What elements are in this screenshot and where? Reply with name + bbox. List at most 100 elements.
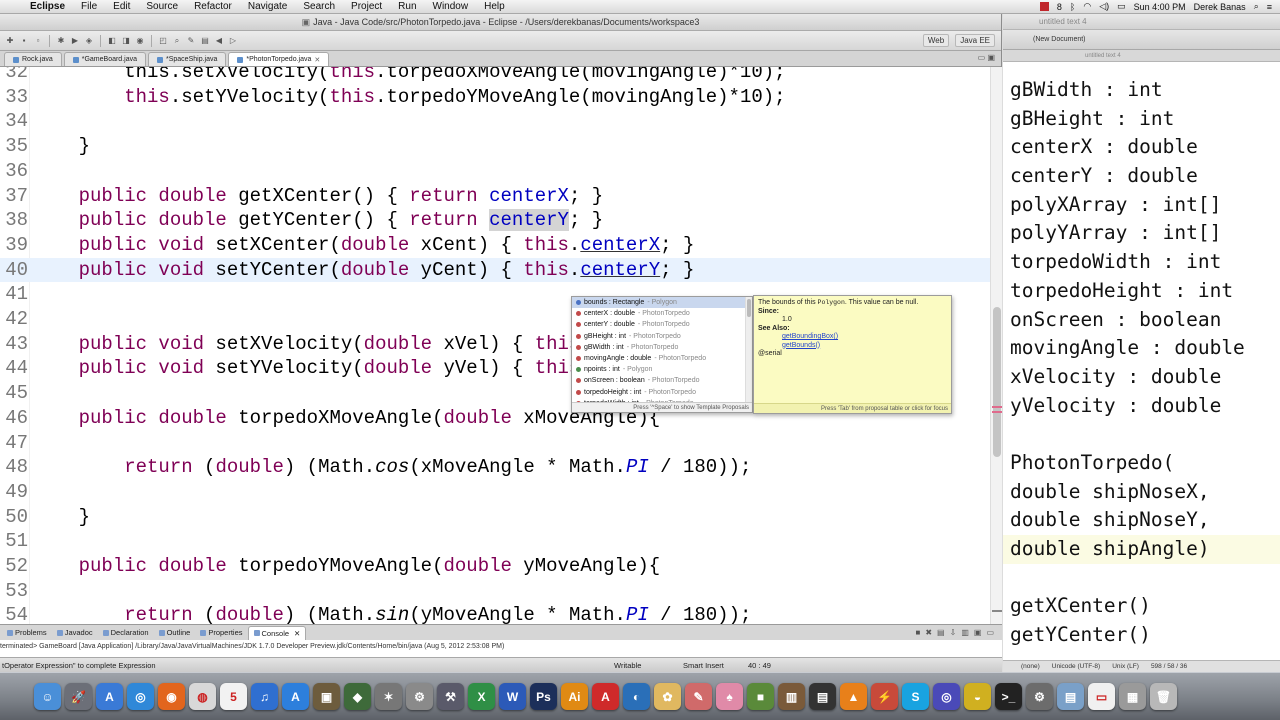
encoding[interactable]: Unicode (UTF-8): [1052, 661, 1100, 672]
proposal-item[interactable]: movingAngle : double - PhotonTorpedo: [572, 353, 752, 364]
text-line[interactable]: gBHeight : int: [1003, 105, 1280, 134]
terminal-icon[interactable]: >_: [995, 683, 1022, 710]
remove-launch-icon[interactable]: ✖: [925, 628, 932, 637]
bottom-tab-problems[interactable]: Problems: [2, 626, 52, 640]
eclipse-icon[interactable]: ◐: [623, 683, 650, 710]
bottom-tab-outline[interactable]: Outline: [154, 626, 196, 640]
tools-icon[interactable]: ✶: [375, 683, 402, 710]
display-console-icon[interactable]: ▣: [974, 628, 982, 637]
text-line[interactable]: double shipNoseX,: [1003, 478, 1280, 507]
menu-navigate[interactable]: Navigate: [240, 1, 295, 12]
proposal-item[interactable]: centerX : double - PhotonTorpedo: [572, 308, 752, 319]
terminal-game-icon[interactable]: ◆: [344, 683, 371, 710]
stack-icon[interactable]: ▦: [1119, 683, 1146, 710]
text-document[interactable]: gBWidth : int gBHeight : int centerX : dou…: [1003, 76, 1280, 650]
editor-tab[interactable]: *GameBoard.java: [63, 52, 146, 66]
photoshop-icon[interactable]: Ps: [530, 683, 557, 710]
proposal-item[interactable]: torpedoHeight : int - PhotonTorpedo: [572, 387, 752, 398]
search-icon[interactable]: ⌕: [171, 35, 183, 47]
safari-icon[interactable]: ◎: [127, 683, 154, 710]
syntax-mode[interactable]: (none): [1021, 661, 1040, 672]
new-icon[interactable]: ✚: [4, 35, 16, 47]
code-line[interactable]: 54 return (double) (Math.sin(yMoveAngle …: [0, 603, 990, 624]
preferences-icon[interactable]: ⚙: [406, 683, 433, 710]
illustrator-icon[interactable]: Ai: [561, 683, 588, 710]
text-line[interactable]: movingAngle : double: [1003, 334, 1280, 363]
proposal-item[interactable]: centerY : double - PhotonTorpedo: [572, 319, 752, 330]
text-line[interactable]: [1003, 420, 1280, 449]
spotlight-icon[interactable]: ⌕: [1254, 1, 1259, 12]
text-line[interactable]: torpedoWidth : int: [1003, 248, 1280, 277]
word-icon[interactable]: W: [499, 683, 526, 710]
code-line[interactable]: 48 return (double) (Math.cos(xMoveAngle …: [0, 455, 990, 480]
text-line[interactable]: torpedoHeight : int: [1003, 277, 1280, 306]
globe-icon[interactable]: ◎: [933, 683, 960, 710]
line-endings[interactable]: Unix (LF): [1112, 661, 1139, 672]
code-line[interactable]: 49: [0, 480, 990, 505]
text-line[interactable]: xVelocity : double: [1003, 363, 1280, 392]
proposal-scroll-thumb[interactable]: [747, 299, 751, 317]
content-assist-popup[interactable]: bounds : Rectangle - Polygon centerX : do…: [571, 296, 753, 413]
print-icon[interactable]: ▫: [32, 35, 44, 47]
new-package-icon[interactable]: ◨: [120, 35, 132, 47]
clear-console-icon[interactable]: ▤: [937, 628, 945, 637]
menu-edit[interactable]: Edit: [105, 1, 138, 12]
scroll-lock-icon[interactable]: ⇩: [950, 628, 957, 637]
vlc-icon[interactable]: ▲: [840, 683, 867, 710]
brush-icon[interactable]: ✎: [685, 683, 712, 710]
pig-icon[interactable]: ♠: [716, 683, 743, 710]
text-line[interactable]: gBWidth : int: [1003, 76, 1280, 105]
app-store2-icon[interactable]: A: [282, 683, 309, 710]
scrollbar-thumb[interactable]: [993, 307, 1001, 457]
app-store-icon[interactable]: A: [96, 683, 123, 710]
minimize-maximize-icon[interactable]: ▭ ▣: [978, 53, 995, 62]
user-name[interactable]: Derek Banas: [1194, 2, 1246, 12]
volume-icon[interactable]: ◁): [1099, 1, 1109, 12]
code-line[interactable]: 38 public double getYCenter() { return c…: [0, 208, 990, 233]
editor-tab[interactable]: *PhotonTorpedo.java ✕: [228, 52, 330, 66]
menu-window[interactable]: Window: [425, 1, 477, 12]
menu-help[interactable]: Help: [476, 1, 513, 12]
bluetooth-icon[interactable]: ᛒ: [1070, 2, 1075, 12]
record-icon[interactable]: [1039, 2, 1049, 11]
code-line[interactable]: 36: [0, 159, 990, 184]
code-line[interactable]: 32 this.setXVelocity(this.torpedoXMoveAn…: [0, 67, 990, 85]
activity-icon[interactable]: ⚙: [1026, 683, 1053, 710]
editor-tab[interactable]: Rock.java: [4, 52, 62, 66]
photo-icon[interactable]: ▣: [313, 683, 340, 710]
save-icon[interactable]: ▪: [18, 35, 30, 47]
clapper-icon[interactable]: ▤: [809, 683, 836, 710]
new-java-project-icon[interactable]: ◧: [106, 35, 118, 47]
menu-source[interactable]: Source: [138, 1, 186, 12]
bottom-tab-javadoc[interactable]: Javadoc: [52, 626, 98, 640]
external-tools-icon[interactable]: ◈: [83, 35, 95, 47]
acrobat-icon[interactable]: A: [592, 683, 619, 710]
excel-icon[interactable]: X: [468, 683, 495, 710]
proposal-item[interactable]: onScreen : boolean - PhotonTorpedo: [572, 375, 752, 386]
javadoc-link[interactable]: getBounds(): [758, 342, 947, 351]
open-type-icon[interactable]: ◰: [157, 35, 169, 47]
flower-icon[interactable]: ✿: [654, 683, 681, 710]
pin-console-icon[interactable]: ▥: [961, 628, 969, 637]
code-line[interactable]: 47: [0, 431, 990, 456]
text-line[interactable]: double shipAngle): [1003, 535, 1280, 564]
text-line[interactable]: getYCenter(): [1003, 621, 1280, 650]
proposal-item[interactable]: gBHeight : int - PhotonTorpedo: [572, 331, 752, 342]
bottom-tab-console[interactable]: Console ✕: [247, 625, 307, 640]
code-line[interactable]: 37 public double getXCenter() { return c…: [0, 184, 990, 209]
perspective-java-ee[interactable]: Java EE: [955, 34, 995, 47]
menu-file[interactable]: File: [73, 1, 105, 12]
wifi-icon[interactable]: ◠: [1083, 1, 1091, 12]
run-icon[interactable]: ▶: [69, 35, 81, 47]
xcode-icon[interactable]: ⚒: [437, 683, 464, 710]
text-line[interactable]: double shipNoseY,: [1003, 506, 1280, 535]
text-line[interactable]: [1003, 564, 1280, 593]
text-window-tab[interactable]: untitled text 4: [1003, 50, 1280, 62]
text-line[interactable]: centerX : double: [1003, 133, 1280, 162]
menu-refactor[interactable]: Refactor: [186, 1, 240, 12]
proposal-item[interactable]: npoints : int - Polygon: [572, 364, 752, 375]
launchpad-icon[interactable]: 🚀: [65, 683, 92, 710]
code-line[interactable]: 51: [0, 529, 990, 554]
terminate-icon[interactable]: ■: [916, 628, 921, 637]
menu-project[interactable]: Project: [343, 1, 390, 12]
